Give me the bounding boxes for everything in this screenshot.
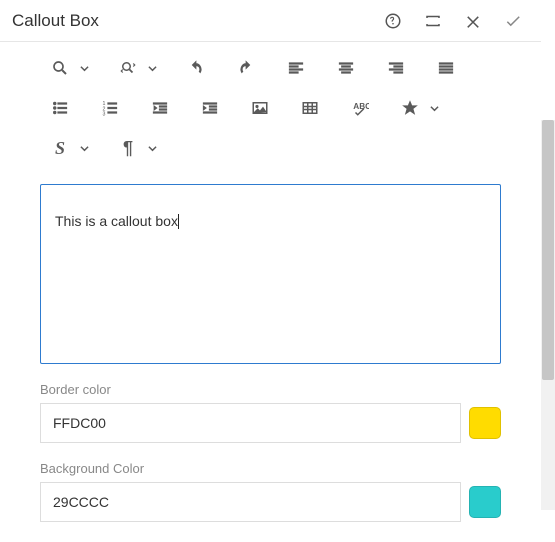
numbered-list-icon[interactable]: 123 [92,91,128,125]
align-right-icon[interactable] [378,51,414,85]
border-color-label: Border color [40,382,501,397]
align-center-icon[interactable] [328,51,364,85]
text-style-icon[interactable]: S [42,131,78,165]
text-style-chevron-icon[interactable] [78,131,96,165]
background-color-swatch[interactable] [469,486,501,518]
star-icon[interactable] [392,91,428,125]
editor-toolbar: 123 ABC S [0,42,541,174]
outdent-icon[interactable] [142,91,178,125]
rich-text-editor[interactable]: This is a callout box [40,184,501,364]
undo-icon[interactable] [178,51,214,85]
close-button[interactable] [453,1,493,41]
editor-text: This is a callout box [55,213,178,229]
align-left-icon[interactable] [278,51,314,85]
background-color-label: Background Color [40,461,501,476]
svg-text:3: 3 [103,112,106,118]
dialog-title: Callout Box [12,11,373,31]
spellcheck-icon[interactable]: ABC [342,91,378,125]
star-chevron-icon[interactable] [428,91,446,125]
search-chevron-icon[interactable] [78,51,96,85]
indent-icon[interactable] [192,91,228,125]
svg-text:ABC: ABC [353,102,369,111]
find-replace-icon[interactable] [110,51,146,85]
background-color-input[interactable] [40,482,461,522]
fullscreen-button[interactable] [413,1,453,41]
help-button[interactable] [373,1,413,41]
border-color-swatch[interactable] [469,407,501,439]
dialog-header: Callout Box [0,0,541,42]
image-icon[interactable] [242,91,278,125]
redo-icon[interactable] [228,51,264,85]
find-replace-chevron-icon[interactable] [146,51,164,85]
align-justify-icon[interactable] [428,51,464,85]
paragraph-chevron-icon[interactable] [146,131,164,165]
paragraph-format-icon[interactable]: ¶ [110,131,146,165]
vertical-scrollbar[interactable] [541,120,555,510]
text-caret [178,214,179,229]
border-color-input[interactable] [40,403,461,443]
table-icon[interactable] [292,91,328,125]
done-button[interactable] [493,1,533,41]
search-icon[interactable] [42,51,78,85]
bullet-list-icon[interactable] [42,91,78,125]
scrollbar-thumb[interactable] [542,120,554,380]
